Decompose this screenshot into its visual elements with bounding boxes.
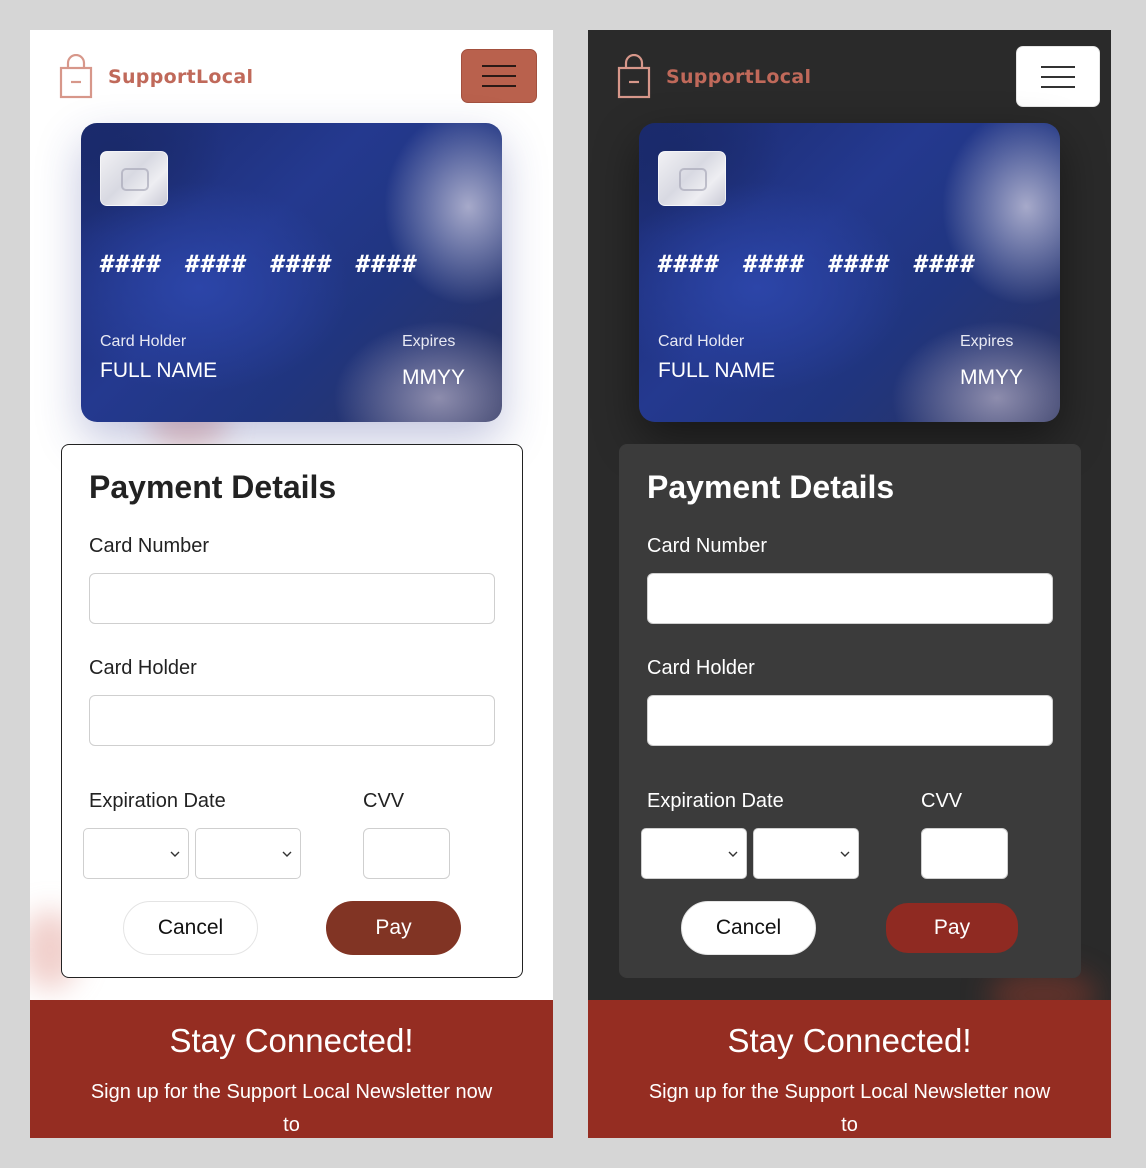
brand-name: SupportLocal [666,66,812,88]
expiration-year-select[interactable] [753,828,859,879]
cancel-button[interactable]: Cancel [681,901,816,955]
navbar: SupportLocal [30,30,553,120]
expires-caption: Expires [960,333,1014,350]
brand-name: SupportLocal [108,66,254,88]
footer-title: Stay Connected! [169,1022,414,1059]
dark-theme-screen: SupportLocal #### #### #### #### Card Ho… [588,30,1111,1138]
newsletter-footer: Stay Connected! Sign up for the Support … [30,1000,553,1138]
newsletter-footer: Stay Connected! Sign up for the Support … [588,1000,1111,1138]
cvv-label: CVV [363,790,405,812]
chevron-down-icon [282,851,292,857]
menu-button[interactable] [1016,46,1100,107]
cvv-input[interactable] [363,828,450,879]
footer-title: Stay Connected! [727,1022,972,1059]
logo[interactable]: SupportLocal [58,54,253,100]
expires-display: MMYY [402,366,465,389]
card-number-display: #### #### #### #### [658,250,976,278]
form-title: Payment Details [647,469,895,505]
chevron-down-icon [728,851,738,857]
card-holder-caption: Card Holder [100,333,187,350]
card-number-input[interactable] [647,573,1053,624]
card-holder-label: Card Holder [647,657,755,679]
cancel-button[interactable]: Cancel [123,901,258,955]
light-theme-screen: SupportLocal #### #### #### #### Card Ho… [30,30,553,1138]
cvv-input[interactable] [921,828,1008,879]
payment-form: Payment Details Card Number Card Holder … [61,444,523,978]
expiration-year-select[interactable] [195,828,301,879]
form-title: Payment Details [89,469,337,505]
cvv-label: CVV [921,790,963,812]
logo[interactable]: SupportLocal [616,54,811,100]
expiration-month-select[interactable] [641,828,747,879]
menu-icon [1041,64,1075,90]
card-holder-input[interactable] [647,695,1053,746]
card-holder-display: FULL NAME [100,359,218,382]
expiration-date-label: Expiration Date [647,790,784,812]
footer-text: Sign up for the Support Local Newsletter… [90,1081,493,1136]
menu-button[interactable] [461,49,537,103]
expiration-date-label: Expiration Date [89,790,226,812]
chevron-down-icon [840,851,850,857]
pay-button[interactable]: Pay [886,903,1018,953]
card-number-input[interactable] [89,573,495,624]
navbar: SupportLocal [588,30,1111,120]
chevron-down-icon [170,851,180,857]
card-number-display: #### #### #### #### [100,250,418,278]
expiration-month-select[interactable] [83,828,189,879]
card-number-label: Card Number [647,535,768,557]
expires-caption: Expires [402,333,456,350]
footer-text: Sign up for the Support Local Newsletter… [648,1081,1051,1136]
card-holder-input[interactable] [89,695,495,746]
credit-card-preview: #### #### #### #### Card Holder FULL NAM… [639,123,1060,422]
shopping-bag-icon [617,54,651,99]
expires-display: MMYY [960,366,1023,389]
card-holder-caption: Card Holder [658,333,745,350]
card-chip-icon [658,151,726,206]
card-holder-display: FULL NAME [658,359,776,382]
credit-card-preview: #### #### #### #### Card Holder FULL NAM… [81,123,502,422]
payment-form: Payment Details Card Number Card Holder … [619,444,1081,978]
card-holder-label: Card Holder [89,657,197,679]
card-chip-icon [100,151,168,206]
shopping-bag-icon [59,54,93,99]
pay-button[interactable]: Pay [326,901,461,955]
menu-icon [482,63,516,89]
card-number-label: Card Number [89,535,210,557]
